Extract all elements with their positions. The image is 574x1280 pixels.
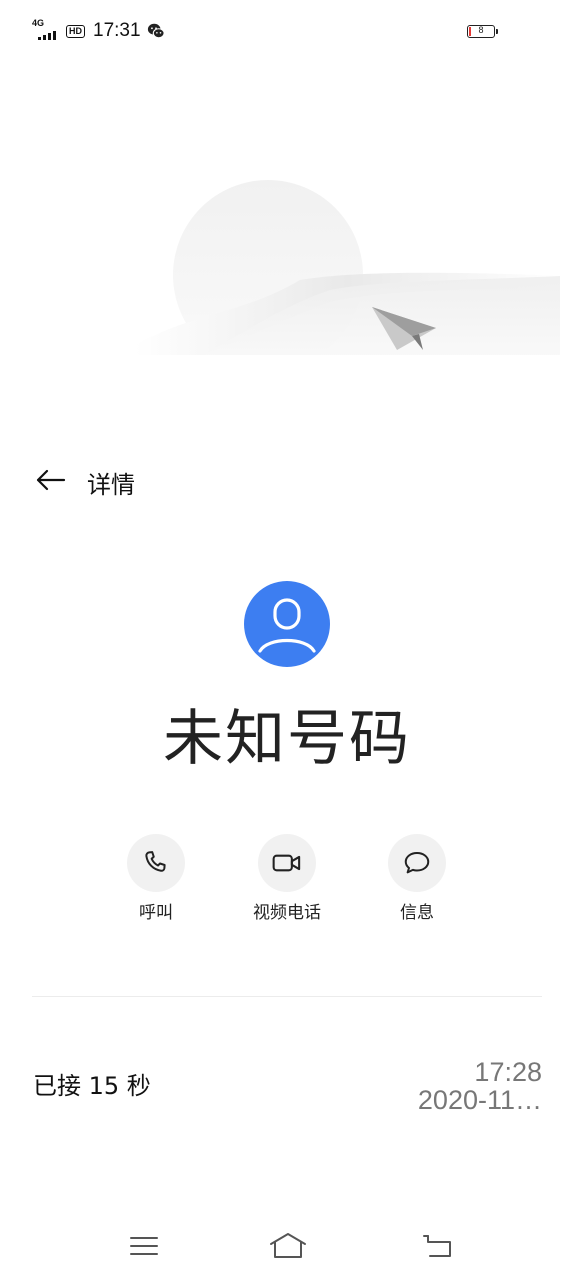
nav-home-button[interactable]: [267, 1228, 309, 1264]
video-call-button[interactable]: 视频电话: [227, 834, 347, 923]
message-bubble-icon: [404, 852, 430, 874]
contact-name: 未知号码: [163, 704, 411, 774]
wechat-icon: [147, 23, 165, 39]
call-button-circle[interactable]: [127, 834, 185, 892]
video-call-label: 视频电话: [253, 903, 321, 923]
header-illustration: [0, 180, 574, 410]
call-record-date: 2020-11…: [417, 1085, 542, 1115]
nav-back-button[interactable]: [418, 1228, 458, 1264]
home-icon: [270, 1233, 306, 1258]
menu-icon: [130, 1237, 158, 1255]
video-camera-icon: [272, 854, 301, 872]
status-bar-left: 4G HD 17:31: [32, 18, 165, 42]
call-record-clock: 17:28: [474, 1057, 542, 1087]
status-bar: 4G HD 17:31 8: [0, 0, 574, 64]
message-button[interactable]: 信息: [357, 834, 477, 923]
battery-icon: 8: [467, 25, 498, 38]
message-button-circle[interactable]: [388, 834, 446, 892]
signal-icon: 4G: [32, 18, 60, 42]
back-icon: [423, 1235, 451, 1257]
call-record-status: 已接 15 秒: [33, 1072, 151, 1100]
arrow-left-icon: [36, 469, 66, 491]
avatar: [244, 581, 330, 667]
message-label: 信息: [400, 903, 434, 923]
call-button[interactable]: 呼叫: [96, 834, 216, 923]
back-button[interactable]: [30, 460, 70, 500]
call-record-time: 17:28 2020-11…: [418, 1058, 542, 1114]
video-call-button-circle[interactable]: [258, 834, 316, 892]
call-label: 呼叫: [139, 903, 173, 923]
battery-level: 8: [478, 25, 484, 35]
network-type: 4G: [32, 18, 45, 28]
person-icon: [258, 598, 316, 653]
page-title: 详情: [87, 471, 135, 499]
nav-menu-button[interactable]: [124, 1228, 164, 1264]
divider: [32, 996, 542, 997]
hd-badge: HD: [66, 24, 85, 38]
status-time: 17:31: [93, 20, 141, 41]
phone-icon: [145, 851, 166, 872]
